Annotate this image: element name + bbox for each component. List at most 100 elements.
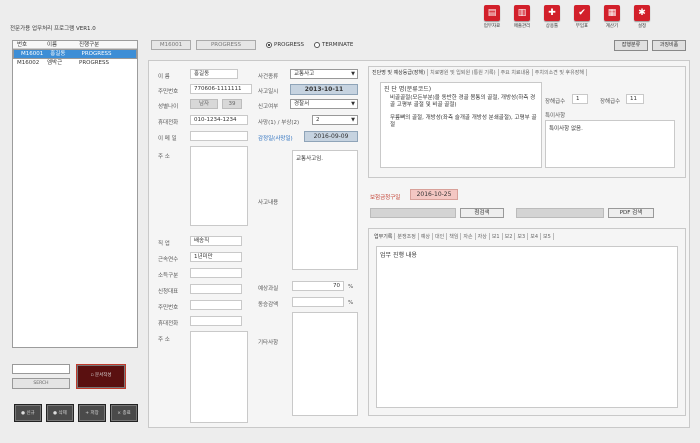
list-row[interactable]: M16001 홍길동 PROGRESS — [13, 49, 137, 59]
rep-phone-field[interactable] — [190, 316, 242, 326]
address-field[interactable] — [190, 146, 248, 226]
diagnosis-box[interactable]: 진 단 명(분류코드) 비골골절(모든부분)을 동반한 경골 몸통의 골절, 개… — [380, 82, 542, 168]
grade-field[interactable]: 1 — [572, 94, 588, 104]
new-button[interactable]: ● 신규 — [14, 404, 42, 422]
work-tab-6[interactable]: 자상 — [476, 233, 490, 240]
work-tab-2[interactable]: 예상 — [419, 233, 434, 240]
pdf-path-field[interactable] — [516, 208, 604, 218]
toolbar-button-0[interactable]: ▤ 업무자료 — [480, 5, 504, 31]
tab-treatment[interactable]: 주요 치료내용 — [499, 69, 533, 76]
special-notes-field[interactable]: 특이사항 없음. — [545, 120, 675, 168]
row-name: 홍길동 — [50, 51, 66, 57]
toolbar-label: 매출관리 — [513, 24, 531, 29]
address-label: 주 소 — [158, 154, 170, 160]
death-injury-select[interactable]: 2 ▼ — [312, 115, 358, 125]
accident-content-field[interactable]: 교통사고임. — [292, 150, 358, 270]
toolbar-button-2[interactable]: ✚ 상용툴 — [540, 5, 564, 31]
search-button[interactable]: SERCH — [12, 378, 70, 389]
work-tab-1[interactable]: 분쟁조정 — [395, 233, 419, 240]
name-label: 이 름 — [158, 74, 170, 80]
phone-label: 휴대전화 — [158, 120, 179, 126]
toolbar-label: 상용툴 — [545, 24, 559, 29]
rep-address-field[interactable] — [190, 331, 248, 423]
passenger-reduction-unit: % — [348, 300, 354, 306]
list-header: 번호 이름 진행구분 — [13, 41, 137, 49]
calculator-icon: ▦ — [604, 5, 620, 21]
work-tab-3[interactable]: 대인 — [433, 233, 448, 240]
special-label: 특이사항 — [545, 113, 566, 119]
claim-date-field[interactable]: 2016-10-25 — [410, 189, 458, 200]
work-tab-9[interactable]: 보3 — [515, 233, 529, 240]
work-tab-5[interactable]: 자손 — [461, 233, 476, 240]
radio-terminate[interactable]: TERMINATE — [314, 42, 353, 48]
diagnosis-tabs: 진단명 및 예상등급(장해) 치료병원 및 입퇴원 (통원 기록) 주요 치료내… — [370, 69, 587, 76]
search-input[interactable] — [12, 364, 70, 374]
gender-label: 성별나이 — [158, 104, 179, 110]
toolbar-button-4[interactable]: ▦ 계산기 — [600, 5, 624, 31]
accident-date-field[interactable]: 2013-10-11 — [290, 84, 358, 95]
death-injury-value: 2 — [316, 117, 320, 123]
work-tab-0[interactable]: 업무기록 — [372, 233, 396, 240]
check-icon: ✔ — [574, 5, 590, 21]
fault-field[interactable]: 70 — [292, 281, 344, 291]
pdf-search-button[interactable]: PDF 검색 — [608, 208, 654, 218]
radio-terminate-label: TERMINATE — [322, 42, 354, 48]
work-tab-7[interactable]: 보1 — [490, 233, 503, 240]
grade2-field[interactable]: 11 — [626, 94, 644, 104]
work-content-box[interactable]: 업무 진행 내용 — [376, 246, 678, 408]
diagnosis-title: 진 단 명(분류코드) — [384, 86, 432, 93]
status-box: PROGRESS — [196, 40, 256, 50]
delete-button[interactable]: ● 삭제 — [46, 404, 74, 422]
list-row[interactable]: M16002 엠박근 PROGRESS — [13, 59, 137, 67]
supplies-button[interactable]: 과징비품 — [652, 40, 686, 51]
delete-label: 삭제 — [58, 411, 67, 416]
toolbar-label: 설정 — [637, 24, 647, 29]
attachment-search-button[interactable]: 첨검색 — [460, 208, 504, 218]
etc-field[interactable] — [292, 312, 358, 416]
report-select[interactable]: 경찰서 ▼ — [290, 99, 358, 109]
delete-icon: ● — [53, 411, 58, 416]
rrn-field[interactable]: 770606-1111111 — [190, 84, 252, 94]
income-field[interactable] — [190, 268, 242, 278]
phone-field[interactable]: 010-1234-1234 — [190, 115, 248, 125]
toolbar-button-5[interactable]: ✱ 설정 — [630, 5, 654, 31]
name-field[interactable]: 홍길동 — [190, 69, 238, 79]
work-tab-10[interactable]: 보4 — [528, 233, 542, 240]
job-label: 직 업 — [158, 241, 170, 247]
tab-hospital[interactable]: 치료병원 및 입퇴원 (통원 기록) — [428, 69, 499, 76]
toolbar-button-1[interactable]: ▥ 매출관리 — [510, 5, 534, 31]
work-tabs: 업무기록 분쟁조정 예상 대인 책임 자손 자상 보1 보2 보3 보4 보5 — [372, 233, 554, 240]
work-tab-4[interactable]: 책임 — [447, 233, 462, 240]
fault-unit: % — [348, 284, 354, 290]
radio-progress[interactable]: PROGRESS — [266, 42, 304, 48]
rep-field[interactable] — [190, 284, 242, 294]
rep-rrn-field[interactable] — [190, 300, 242, 310]
age-field[interactable]: 39 — [222, 99, 242, 109]
dropdown-arrow-icon: ▼ — [351, 117, 355, 123]
radio-progress-label: PROGRESS — [274, 42, 305, 48]
passenger-reduction-field[interactable] — [292, 297, 344, 307]
appraisal-date-field[interactable]: 2016-09-09 — [304, 131, 358, 142]
save-button[interactable]: + 저장 — [78, 404, 106, 422]
job-field[interactable]: 배송직 — [190, 236, 242, 246]
doc-icon: ▫ — [90, 373, 94, 378]
years-label: 근속연수 — [158, 257, 179, 263]
accident-type-select[interactable]: 교통사고 ▼ — [290, 69, 358, 79]
toolbar-button-3[interactable]: ✔ 부임표 — [570, 5, 594, 31]
years-field[interactable]: 1년미만 — [190, 252, 242, 262]
exit-button[interactable]: × 종료 — [110, 404, 138, 422]
work-tab-8[interactable]: 보2 — [503, 233, 516, 240]
classify-button[interactable]: 잡행분류 — [614, 40, 648, 51]
claim-date-label: 보험금청구일 — [370, 195, 401, 201]
diagnosis-text-2: 무릎뼈의 골절, 개방성(좌측 슬개골 개방성 분쇄골절), 고평부 골절 — [390, 115, 537, 128]
work-tab-11[interactable]: 보5 — [541, 233, 554, 240]
register-document-button[interactable]: ▫ 문서작성 — [76, 364, 126, 389]
search-result-field[interactable] — [370, 208, 456, 218]
gender-field[interactable]: 남자 — [190, 99, 218, 109]
case-list: 번호 이름 진행구분 M16001 홍길동 PROGRESS M16002 엠박근 PRO… — [12, 40, 138, 348]
email-field[interactable] — [190, 131, 248, 141]
tab-diagnosis[interactable]: 진단명 및 예상등급(장해) — [370, 69, 429, 76]
etc-label: 기타사항 — [258, 340, 279, 346]
tab-doctor-opinion[interactable]: 주치의소견 및 후유장해 — [533, 69, 587, 76]
death-injury-label: 사망(1) / 부상(2) — [258, 120, 300, 126]
